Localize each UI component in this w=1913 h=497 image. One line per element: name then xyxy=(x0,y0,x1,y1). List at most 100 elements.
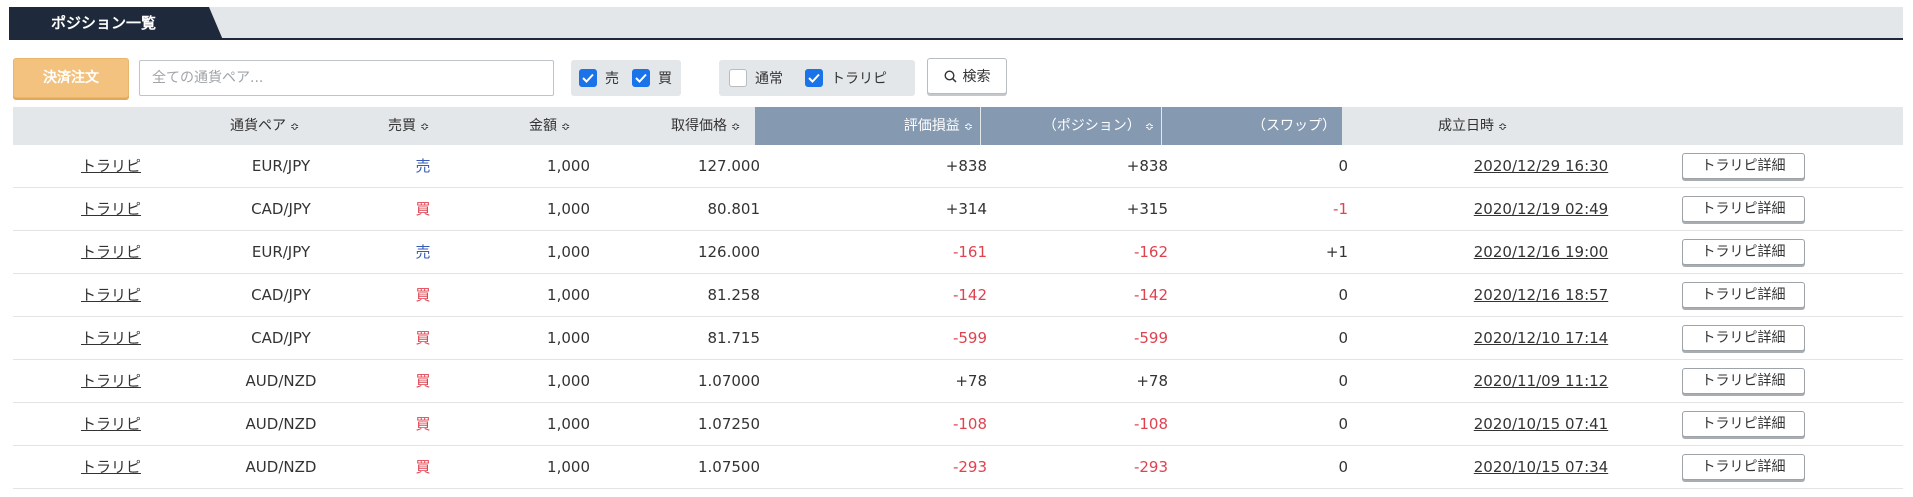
row-type-link[interactable]: トラリピ xyxy=(81,446,141,489)
row-position: -293 xyxy=(1133,458,1168,476)
checkbox-empty-icon xyxy=(729,69,747,87)
sort-updown-icon: ≎ xyxy=(561,120,571,133)
trarepi-detail-button[interactable]: トラリピ詳細 xyxy=(1682,196,1805,222)
row-type-link[interactable]: トラリピ xyxy=(81,317,141,360)
table-row: トラリピ EUR/JPY 売 1,000 126.000 -161 -162 +1 2020/1… xyxy=(13,231,1903,274)
row-pnl: -108 xyxy=(952,415,987,433)
column-header-side[interactable]: 売買 ≎ xyxy=(388,107,429,145)
row-pnl: +314 xyxy=(945,200,987,218)
row-pnl: -161 xyxy=(952,243,987,261)
row-date-link[interactable]: 2020/12/29 16:30 xyxy=(1441,145,1641,188)
row-pnl: +838 xyxy=(945,157,987,175)
table-row: トラリピ AUD/NZD 買 1,000 1.07000 +78 +78 0 2020/11/0… xyxy=(13,360,1903,403)
row-position: -108 xyxy=(1133,415,1168,433)
settle-order-button[interactable]: 決済注文 xyxy=(13,58,129,98)
row-swap: 0 xyxy=(1338,415,1348,433)
sell-checkbox[interactable]: 売 xyxy=(579,68,619,88)
row-pnl: -599 xyxy=(952,329,987,347)
trarepi-detail-button[interactable]: トラリピ詳細 xyxy=(1682,325,1805,351)
row-swap: 0 xyxy=(1338,458,1348,476)
tab-position-list[interactable]: ポジション一覧 xyxy=(9,7,223,40)
row-swap: 0 xyxy=(1338,372,1348,390)
checkmark-icon xyxy=(579,69,597,87)
row-price: 80.801 xyxy=(707,200,761,218)
row-swap: 0 xyxy=(1338,286,1348,304)
trarepi-detail-button[interactable]: トラリピ詳細 xyxy=(1682,153,1805,179)
row-position: +315 xyxy=(1126,200,1168,218)
row-position: +838 xyxy=(1126,157,1168,175)
row-type-link[interactable]: トラリピ xyxy=(81,231,141,274)
buy-checkbox[interactable]: 買 xyxy=(632,68,672,88)
row-position: -599 xyxy=(1133,329,1168,347)
table-row: トラリピ CAD/JPY 買 1,000 80.801 +314 +315 -1 2020/12… xyxy=(13,188,1903,231)
column-header-pnl[interactable]: 評価損益 ≎ xyxy=(755,107,980,145)
row-date-link[interactable]: 2020/10/15 07:34 xyxy=(1441,446,1641,489)
column-header-amount[interactable]: 金額 ≎ xyxy=(529,107,570,145)
row-swap: +1 xyxy=(1325,243,1348,261)
row-position: -142 xyxy=(1133,286,1168,304)
table-row: トラリピ AUD/NZD 買 1,000 1.07500 -293 -293 0 2020/10… xyxy=(13,446,1903,489)
row-date-link[interactable]: 2020/12/10 17:14 xyxy=(1441,317,1641,360)
checkmark-icon xyxy=(632,69,650,87)
row-price: 81.715 xyxy=(707,329,761,347)
sort-updown-icon: ≎ xyxy=(1144,120,1154,133)
trarepi-checkbox-label: トラリピ xyxy=(831,71,887,87)
search-button-label: 検索 xyxy=(962,69,991,85)
sell-checkbox-label: 売 xyxy=(605,71,619,87)
row-date-link[interactable]: 2020/12/16 19:00 xyxy=(1441,231,1641,274)
row-position: -162 xyxy=(1133,243,1168,261)
side-filter-group: 売 買 xyxy=(571,60,681,96)
row-pnl: +78 xyxy=(955,372,987,390)
sort-updown-icon: ≎ xyxy=(420,120,430,133)
sort-updown-icon: ≎ xyxy=(1498,120,1508,133)
table-body: トラリピ EUR/JPY 売 1,000 127.000 +838 +838 0 2020/12… xyxy=(13,145,1903,489)
magnifier-icon xyxy=(943,69,957,83)
row-price: 1.07000 xyxy=(697,372,760,390)
row-type-link[interactable]: トラリピ xyxy=(81,145,141,188)
row-pnl: -293 xyxy=(952,458,987,476)
column-header-pair[interactable]: 通貨ペア ≎ xyxy=(230,107,299,145)
sort-updown-icon: ≎ xyxy=(963,120,973,133)
type-filter-group: 通常 トラリピ xyxy=(719,60,915,96)
column-header-position[interactable]: （ポジション） ≎ xyxy=(981,107,1161,145)
row-date-link[interactable]: 2020/12/16 18:57 xyxy=(1441,274,1641,317)
row-swap: 0 xyxy=(1338,329,1348,347)
row-date-link[interactable]: 2020/10/15 07:41 xyxy=(1441,403,1641,446)
position-table: 通貨ペア ≎ 売買 ≎ 金額 ≎ 取得価格 ≎ 評価損益 ≎ （ポジション） ≎ （スワップ… xyxy=(13,107,1903,489)
row-type-link[interactable]: トラリピ xyxy=(81,360,141,403)
checkmark-icon xyxy=(805,69,823,87)
currency-pair-search-input[interactable] xyxy=(139,60,554,96)
trarepi-detail-button[interactable]: トラリピ詳細 xyxy=(1682,368,1805,394)
sort-updown-icon: ≎ xyxy=(731,120,741,133)
search-button[interactable]: 検索 xyxy=(927,58,1007,94)
row-type-link[interactable]: トラリピ xyxy=(81,274,141,317)
buy-checkbox-label: 買 xyxy=(658,71,672,87)
table-row: トラリピ EUR/JPY 売 1,000 127.000 +838 +838 0 2020/12… xyxy=(13,145,1903,188)
normal-checkbox[interactable]: 通常 xyxy=(729,68,783,88)
column-header-swap: （スワップ） xyxy=(1162,107,1342,145)
trarepi-checkbox[interactable]: トラリピ xyxy=(805,68,887,88)
row-date-link[interactable]: 2020/11/09 11:12 xyxy=(1441,360,1641,403)
table-row: トラリピ CAD/JPY 買 1,000 81.258 -142 -142 0 2020/12/… xyxy=(13,274,1903,317)
table-row: トラリピ CAD/JPY 買 1,000 81.715 -599 -599 0 2020/12/… xyxy=(13,317,1903,360)
column-header-price[interactable]: 取得価格 ≎ xyxy=(671,107,740,145)
row-price: 127.000 xyxy=(697,157,760,175)
table-header: 通貨ペア ≎ 売買 ≎ 金額 ≎ 取得価格 ≎ 評価損益 ≎ （ポジション） ≎ （スワップ… xyxy=(13,107,1903,145)
table-row: トラリピ AUD/NZD 買 1,000 1.07250 -108 -108 0 2020/10… xyxy=(13,403,1903,446)
trarepi-detail-button[interactable]: トラリピ詳細 xyxy=(1682,454,1805,480)
trarepi-detail-button[interactable]: トラリピ詳細 xyxy=(1682,282,1805,308)
row-price: 126.000 xyxy=(697,243,760,261)
toolbar: 決済注文 売 買 通常 トラリピ xyxy=(13,58,1013,98)
row-type-link[interactable]: トラリピ xyxy=(81,403,141,446)
trarepi-detail-button[interactable]: トラリピ詳細 xyxy=(1682,239,1805,265)
row-date-link[interactable]: 2020/12/19 02:49 xyxy=(1441,188,1641,231)
row-position: +78 xyxy=(1136,372,1168,390)
sort-updown-icon: ≎ xyxy=(290,120,300,133)
row-price: 1.07250 xyxy=(697,415,760,433)
row-swap: 0 xyxy=(1338,157,1348,175)
row-type-link[interactable]: トラリピ xyxy=(81,188,141,231)
column-header-date[interactable]: 成立日時 ≎ xyxy=(1438,107,1507,145)
row-pnl: -142 xyxy=(952,286,987,304)
trarepi-detail-button[interactable]: トラリピ詳細 xyxy=(1682,411,1805,437)
normal-checkbox-label: 通常 xyxy=(755,71,783,87)
